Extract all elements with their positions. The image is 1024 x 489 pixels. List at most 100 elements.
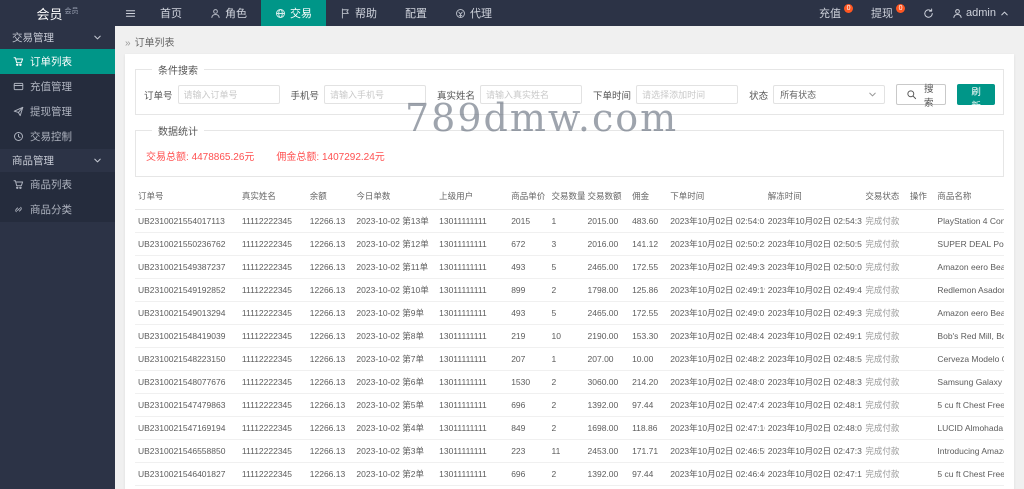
filter-input-0[interactable] <box>177 85 280 104</box>
top-menu-label: 角色 <box>225 8 247 20</box>
sidebar-item[interactable]: 订单列表 <box>0 49 115 74</box>
table-cell: 13011111111 <box>436 370 509 394</box>
top-menu-item-2[interactable]: 交易 <box>261 0 326 26</box>
agent-icon <box>455 8 466 19</box>
table-cell: 13011111111 <box>436 301 509 325</box>
table-cell: 11112222345 <box>238 416 307 440</box>
table-cell: UB2310021538119281 <box>135 485 239 489</box>
top-menu-item-1[interactable]: 角色 <box>196 0 261 26</box>
table-row[interactable]: UB2310021548077676 11112222345 12266.13 202… <box>135 370 1004 394</box>
table-cell <box>906 255 935 279</box>
filter-input-2[interactable] <box>480 85 583 104</box>
search-button[interactable]: 搜 索 <box>896 84 947 109</box>
sidebar-section-items: 商品列表商品分类 <box>0 172 115 222</box>
status-select[interactable]: 所有状态 <box>773 85 886 104</box>
top-menu-label: 帮助 <box>355 8 377 20</box>
filter-input-3[interactable] <box>636 85 739 104</box>
status-select-value: 所有状态 <box>780 90 817 100</box>
top-menu-item-0[interactable]: 首页 <box>146 0 196 26</box>
table-cell: UB2310021549387237 <box>135 255 239 279</box>
table-cell: 10.00 <box>629 347 668 371</box>
filter-label: 真实姓名 <box>437 90 476 102</box>
table-cell: 2023-10-02 第8单 <box>353 324 437 348</box>
withdraw-link[interactable]: 提现 0 <box>871 3 906 21</box>
table-cell: 2023年10月02日 02:49:49 <box>764 278 863 302</box>
menu-toggle-icon[interactable] <box>115 0 146 26</box>
table-row[interactable]: UB2310021549013294 11112222345 12266.13 202… <box>135 301 1004 325</box>
topbar-right: 充值 0 提现 0 admin <box>819 3 1024 21</box>
table-cell: Samsung Galaxy Watch 4 Classic 42mm Smar… <box>934 370 1004 394</box>
table-cell: 2023年10月02日 02:46:55 <box>667 439 765 463</box>
table-row[interactable]: UB2310021547169194 11112222345 12266.13 202… <box>135 416 1004 440</box>
app-logo[interactable]: 会员 会员 <box>0 4 115 23</box>
table-row[interactable]: UB2310021548419039 11112222345 12266.13 202… <box>135 324 1004 348</box>
table-cell: 214.20 <box>629 370 668 394</box>
table-row[interactable]: UB2310021546401827 11112222345 12266.13 202… <box>135 462 1004 486</box>
table-cell: 11112222345 <box>238 324 307 348</box>
table-cell: 11112222345 <box>238 393 307 417</box>
table-cell: 12266.13 <box>306 324 354 348</box>
table-cell: UB2310021548223150 <box>135 347 239 371</box>
table-cell: 2023年10月02日 02:38:44 <box>764 485 863 489</box>
top-menu-item-3[interactable]: 帮助 <box>326 0 391 26</box>
commission-label: 佣金总额: <box>276 152 320 163</box>
table-cell: 12266.13 <box>306 393 354 417</box>
table-cell: 12266.13 <box>306 209 354 233</box>
table-cell: 5 cu ft Chest Freezer for Your House, Ga… <box>934 462 1004 486</box>
table-cell: 2023-10-02 第3单 <box>353 439 437 463</box>
table-cell <box>906 232 935 256</box>
table-header-row: 订单号 真实姓名 余额 今日单数 上级用户 商品单价 交易数量 交易数额 佣金 下单时间 解冻时间交… <box>135 183 1004 210</box>
table-cell: SUPER DEAL Portable Compact Mini Twin Tu… <box>934 232 1004 256</box>
table-row[interactable]: UB2310021554017113 11112222345 12266.13 202… <box>135 209 1004 233</box>
table-row[interactable]: UB2310021550236762 11112222345 12266.13 202… <box>135 232 1004 256</box>
stats-panel: 数据统计 交易总额: 4478865.26元 佣金总额: 1407292.24元 <box>135 123 1004 177</box>
table-cell <box>906 301 935 325</box>
sidebar-item[interactable]: 交易控制 <box>0 124 115 149</box>
table-row[interactable]: UB2310021547479863 11112222345 12266.13 202… <box>135 393 1004 417</box>
table-cell: 2023-10-02 第9单 <box>353 301 437 325</box>
table-cell: 完成付款 <box>862 301 907 325</box>
sidebar-section-1[interactable]: 商品管理 <box>0 149 115 172</box>
search-icon <box>906 89 917 100</box>
orders-table: 订单号 真实姓名 余额 今日单数 上级用户 商品单价 交易数量 交易数额 佣金 下单时间 解冻时间交… <box>135 183 1004 489</box>
table-cell: Redlemon Asador Portátil de Acero Inoxid… <box>934 278 1004 302</box>
filter-field-1: 手机号 <box>291 85 427 104</box>
breadcrumb-label: 订单列表 <box>134 38 175 49</box>
sidebar-item[interactable]: 商品列表 <box>0 172 115 197</box>
table-cell: 13011111111 <box>436 255 509 279</box>
table-row[interactable]: UB2310021549192852 11112222345 12266.13 202… <box>135 278 1004 302</box>
table-cell <box>906 393 935 417</box>
table-cell: 2023-10-02 第10单 <box>353 278 437 302</box>
top-menu-item-5[interactable]: 代理 <box>441 0 506 26</box>
filter-input-1[interactable] <box>324 85 427 104</box>
table-cell: 696 <box>508 393 549 417</box>
search-button-label: 搜 索 <box>923 83 934 109</box>
sidebar-item[interactable]: 充值管理 <box>0 74 115 99</box>
table-cell: 2023年10月02日 02:47:16 <box>667 416 765 440</box>
filter-field-3: 下单时间 <box>593 85 739 104</box>
table-row[interactable]: UB2310021548223150 11112222345 12266.13 202… <box>135 347 1004 371</box>
sidebar-item[interactable]: 提现管理 <box>0 99 115 124</box>
refresh-icon[interactable] <box>923 7 934 19</box>
table-row[interactable]: UB2310021549387237 11112222345 12266.13 202… <box>135 255 1004 279</box>
recharge-link[interactable]: 充值 0 <box>819 3 854 21</box>
refresh-button[interactable]: 刷新 <box>957 84 995 112</box>
table-cell: 11112222345 <box>238 439 307 463</box>
table-cell: 2023年10月02日 02:48:00 <box>764 416 863 440</box>
table-cell: 13011111111 <box>436 232 509 256</box>
chevron-down-icon <box>92 155 103 166</box>
table-cell: 11112222345 <box>238 278 307 302</box>
table-cell <box>906 370 935 394</box>
table-row[interactable]: UB2310021546558850 11112222345 12266.13 202… <box>135 439 1004 463</box>
search-panel-legend: 条件搜索 <box>158 66 198 77</box>
table-cell: 2023-10-02 第6单 <box>353 370 437 394</box>
table-row[interactable]: UB23100215381192811111222234512266.13202… <box>135 485 1004 489</box>
table-cell: 483.60 <box>629 209 668 233</box>
sidebar-item-label: 商品列表 <box>30 179 72 191</box>
sidebar-item[interactable]: 商品分类 <box>0 197 115 222</box>
top-menu-item-4[interactable]: 配置 <box>391 0 441 26</box>
user-menu[interactable]: admin <box>952 7 1010 19</box>
table-cell: 2023年10月02日 02:48:07 <box>667 370 765 394</box>
sidebar-section-0[interactable]: 交易管理 <box>0 26 115 49</box>
table-cell: 2023年10月02日 02:54:39 <box>764 209 863 233</box>
